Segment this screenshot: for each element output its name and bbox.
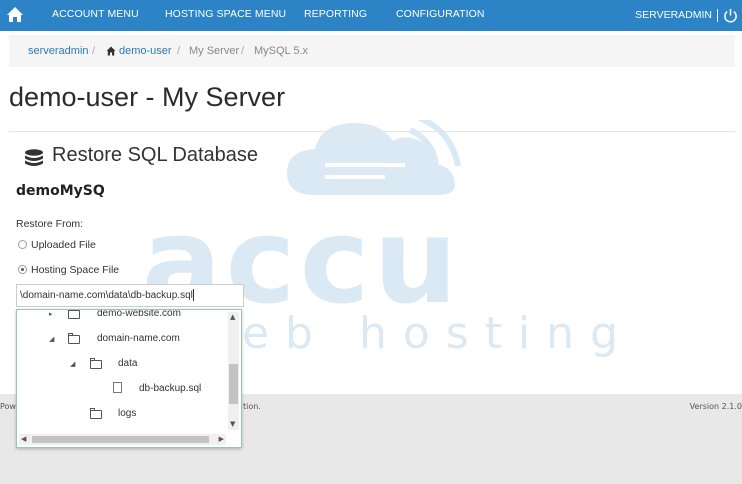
scroll-down-arrow-icon[interactable]: ▼ — [230, 421, 235, 428]
page-title: demo-user - My Server — [9, 82, 286, 112]
divider — [9, 131, 735, 132]
breadcrumb-mysql: MySQL 5.x — [254, 45, 308, 57]
folder-icon — [90, 408, 102, 419]
nav-user-menu[interactable]: SERVERADMIN — [635, 0, 712, 31]
scroll-right-arrow-icon[interactable]: ▶ — [219, 436, 224, 443]
footer-mid-text: tion. — [243, 402, 261, 411]
file-path-value: \domain-name.com\data\db-backup.sql — [20, 290, 193, 301]
scroll-up-arrow-icon[interactable]: ▲ — [230, 314, 235, 321]
file-tree-dropdown[interactable]: ▸ demo-website.com ◢ domain-name.com ◢ d… — [16, 309, 242, 448]
expand-arrow-icon[interactable]: ▸ — [49, 310, 53, 318]
breadcrumb-my-server[interactable]: My Server — [189, 35, 239, 68]
breadcrumb-separator: / — [177, 45, 181, 57]
tree-node-db-backup[interactable]: db-backup.sql — [139, 383, 201, 394]
folder-icon — [68, 310, 80, 319]
folder-icon — [68, 333, 80, 344]
radio-uploaded-file-label[interactable]: Uploaded File — [31, 239, 96, 251]
nav-configuration[interactable]: CONFIGURATION — [396, 0, 485, 31]
scroll-left-arrow-icon[interactable]: ◀ — [21, 436, 26, 443]
radio-uploaded-file[interactable] — [18, 240, 27, 249]
text-cursor — [192, 289, 194, 302]
file-path-input[interactable]: \domain-name.com\data\db-backup.sql — [16, 284, 244, 307]
collapse-arrow-icon[interactable]: ◢ — [49, 335, 54, 343]
home-icon — [106, 46, 116, 56]
tree-node-domain-name[interactable]: domain-name.com — [97, 333, 180, 344]
tree-node-data[interactable]: data — [118, 358, 137, 369]
nav-account-menu[interactable]: ACCOUNT MENU — [52, 0, 139, 31]
footer-version: Version 2.1.0 — [689, 402, 742, 411]
breadcrumb: serveradmin / demo-user / My Server / My… — [9, 35, 735, 67]
nav-reporting[interactable]: REPORTING — [304, 0, 367, 31]
vertical-scroll-thumb[interactable] — [229, 364, 238, 404]
nav-hosting-space-menu[interactable]: HOSTING SPACE MENU — [165, 0, 286, 31]
breadcrumb-demo-user[interactable]: demo-user — [119, 35, 172, 68]
file-icon — [113, 382, 122, 393]
breadcrumb-separator: / — [241, 45, 245, 57]
home-icon[interactable] — [6, 6, 24, 24]
section-title: Restore SQL Database — [52, 144, 259, 166]
radio-hosting-space-file-label[interactable]: Hosting Space File — [31, 264, 119, 276]
horizontal-scrollbar[interactable]: ◀ ▶ — [19, 434, 226, 445]
database-name: demoMySQ — [16, 183, 105, 199]
database-icon — [25, 149, 43, 166]
horizontal-scroll-thumb[interactable] — [32, 436, 209, 443]
folder-icon — [90, 358, 102, 369]
nav-separator — [717, 9, 718, 22]
tree-node-logs[interactable]: logs — [118, 408, 136, 419]
tree-node-demo-website[interactable]: demo-website.com — [97, 310, 181, 319]
power-icon[interactable] — [723, 8, 738, 23]
radio-hosting-space-file[interactable] — [18, 265, 27, 274]
collapse-arrow-icon[interactable]: ◢ — [70, 360, 75, 368]
breadcrumb-serveradmin[interactable]: serveradmin — [28, 35, 89, 68]
breadcrumb-separator: / — [92, 45, 96, 57]
restore-from-label: Restore From: — [16, 218, 84, 230]
vertical-scrollbar[interactable]: ▲ ▼ — [228, 312, 239, 430]
footer-left-text: Pow — [0, 402, 16, 411]
watermark-word-webhosting: web hosting — [190, 308, 620, 359]
top-navbar: ACCOUNT MENU HOSTING SPACE MENU REPORTIN… — [0, 0, 742, 31]
